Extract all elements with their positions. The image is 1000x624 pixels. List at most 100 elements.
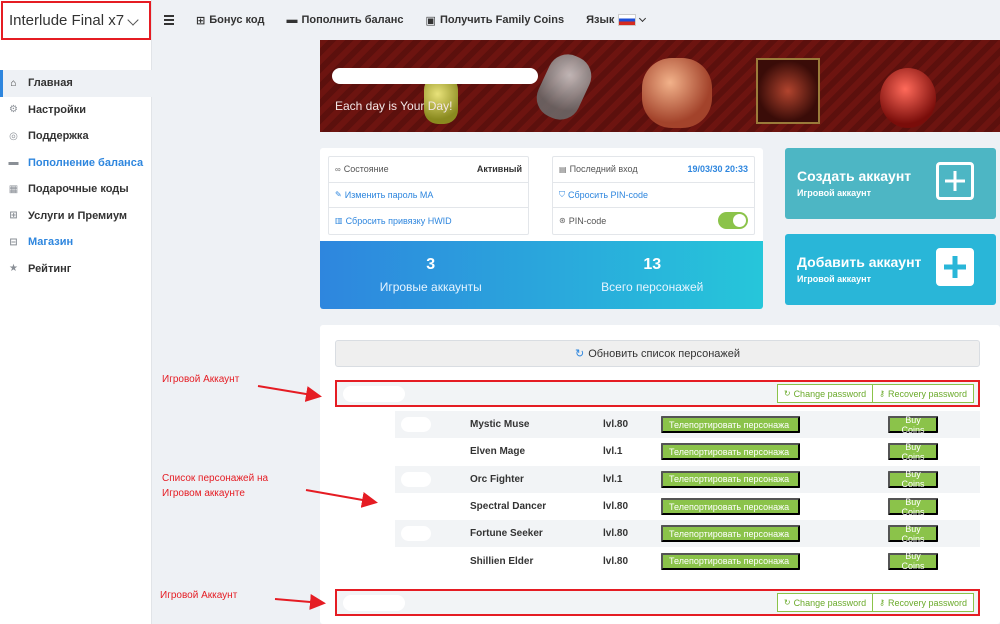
- hero-banner: Each day is Your Day!: [320, 40, 1000, 132]
- language-dropdown[interactable]: Язык: [586, 14, 647, 26]
- annotation-game-account: Игровой Аккаунт: [160, 590, 238, 601]
- arrow-to-account-bar: [257, 385, 322, 402]
- character-row: Fortune Seeker lvl.80 Телепортировать перс…: [395, 520, 980, 548]
- bonus-code-link[interactable]: ⊞ Бонус код: [196, 14, 264, 27]
- create-account-card[interactable]: Создать аккаунт Игровой аккаунт: [785, 148, 996, 219]
- teleport-button[interactable]: Телепортировать персонажа: [661, 443, 800, 461]
- plus-square-filled-icon: [936, 248, 974, 286]
- buy-coins-button[interactable]: Buy Coins: [888, 415, 938, 435]
- redacted-avatar: [401, 471, 431, 487]
- game-account-bar: ↻ Change password ⚷ Recovery password: [335, 380, 980, 407]
- key-icon: ⚷: [879, 389, 885, 398]
- sidebar-nav: ⌂ Главная ⚙ Настройки ◎ Поддержка ▬ Пополнение …: [0, 70, 152, 282]
- sidebar-item-label: Подарочные коды: [28, 183, 129, 196]
- sidebar-item-label: Поддержка: [28, 130, 89, 143]
- pin-icon: ⊛: [559, 216, 566, 226]
- character-name: Fortune Seeker: [470, 528, 543, 540]
- globe-image: [880, 68, 936, 128]
- teleport-button[interactable]: Телепортировать персонажа: [661, 470, 800, 488]
- buy-coins-button[interactable]: Buy Coins: [888, 469, 938, 489]
- buy-coins-button[interactable]: Buy Coins: [888, 442, 938, 462]
- sidebar: Interlude Final x7 ⌂ Главная ⚙ Настройки ◎ По…: [0, 0, 152, 624]
- stats-strip: 3 Игровые аккаунты 13 Всего персонажей: [320, 241, 763, 309]
- redacted-avatar: [401, 553, 431, 569]
- accounts-stat: 3 Игровые аккаунты: [379, 256, 482, 294]
- recovery-password-button[interactable]: ⚷ Recovery password: [872, 384, 974, 403]
- arrow-to-account-bar: [274, 594, 326, 610]
- character-level: lvl.80: [603, 555, 629, 567]
- refresh-icon: ↻: [574, 348, 585, 360]
- characters-stat: 13 Всего персонажей: [601, 256, 704, 294]
- dolls-image: [642, 58, 712, 128]
- redacted-avatar: [401, 526, 431, 542]
- buy-coins-button[interactable]: Buy Coins: [888, 524, 938, 544]
- character-row: Shillien Elder lvl.80 Телепортировать перс…: [395, 547, 980, 574]
- accounts-panel: ↻ Обновить список персонажей ↻ Change pas…: [320, 325, 1000, 624]
- character-level: lvl.80: [603, 501, 629, 513]
- account-info-card: ∞ Состояние Активный ✎ Изменить пароль МА …: [320, 148, 763, 309]
- buy-coins-button[interactable]: Buy Coins: [888, 551, 938, 571]
- teleport-button[interactable]: Телепортировать персонажа: [661, 525, 800, 543]
- sidebar-item-label: Рейтинг: [28, 262, 72, 275]
- sidebar-item-4[interactable]: ▦ Подарочные коды: [0, 176, 152, 203]
- sidebar-item-6[interactable]: ⊟ Магазин: [0, 229, 152, 256]
- sidebar-item-5[interactable]: ⊞ Услуги и Премиум: [0, 203, 152, 230]
- change-password-button[interactable]: ↻ Change password: [776, 384, 874, 403]
- character-level: lvl.80: [603, 419, 629, 431]
- shield-icon: ⛉: [559, 189, 565, 199]
- change-password-link[interactable]: ✎ Изменить пароль МА: [329, 183, 528, 208]
- gift-codes-icon: ▦: [8, 183, 19, 195]
- sidebar-item-3[interactable]: ▬ Пополнение баланса: [0, 150, 152, 177]
- reset-pin-link[interactable]: ⛉ Сбросить PIN-code: [553, 183, 754, 208]
- family-coins-link[interactable]: ▣ Получить Family Coins: [426, 14, 565, 27]
- sidebar-item-label: Главная: [28, 77, 73, 90]
- refresh-characters-button[interactable]: ↻ Обновить список персонажей: [335, 340, 980, 367]
- last-login-value: 19/03/30 20:33: [687, 164, 748, 175]
- lifebuoy-icon: ◎: [9, 130, 18, 142]
- sidebar-item-2[interactable]: ◎ Поддержка: [0, 123, 152, 150]
- pin-toggle[interactable]: [718, 212, 748, 230]
- character-list: Mystic Muse lvl.80 Телепортировать персона…: [395, 411, 980, 575]
- cart-icon: ⊞: [9, 210, 18, 222]
- character-name: Elven Mage: [470, 446, 526, 458]
- redacted-account-name: [343, 386, 405, 402]
- menu-toggle-icon[interactable]: [164, 15, 174, 25]
- grid-icon: ⊞: [196, 14, 206, 27]
- annotation-game-account: Игровой Аккаунт: [162, 374, 240, 385]
- buy-coins-button[interactable]: Buy Coins: [888, 497, 938, 517]
- change-password-button[interactable]: ↻ Change password: [776, 593, 874, 612]
- topup-link[interactable]: ▬ Пополнить баланс: [286, 14, 403, 26]
- character-row: Spectral Dancer lvl.80 Телепортировать пер…: [395, 493, 980, 520]
- character-row: Orc Fighter lvl.1 Телепортировать персонаж…: [395, 465, 980, 493]
- last-login-row: ▤ Последний вход 19/03/30 20:33: [553, 157, 754, 183]
- sidebar-item-1[interactable]: ⚙ Настройки: [0, 97, 152, 124]
- banner-tagline: Each day is Your Day!: [335, 99, 453, 113]
- shopping-cart-icon: ⊟: [9, 236, 18, 248]
- chain-image: [530, 47, 598, 127]
- reset-hwid-link[interactable]: ▥ Сбросить привязку HWID: [329, 208, 528, 234]
- sidebar-item-7[interactable]: ★ Рейтинг: [0, 256, 152, 283]
- game-account-bar: ↻ Change password ⚷ Recovery password: [335, 589, 980, 616]
- character-name: Mystic Muse: [470, 419, 530, 431]
- character-name: Spectral Dancer: [470, 501, 547, 513]
- glasses-icon: ∞: [335, 164, 341, 174]
- teleport-button[interactable]: Телепортировать персонажа: [661, 498, 800, 516]
- recovery-password-button[interactable]: ⚷ Recovery password: [872, 593, 974, 612]
- pin-row: ⊛ PIN-code: [553, 208, 754, 234]
- teleport-button[interactable]: Телепортировать персонажа: [661, 552, 800, 570]
- image-icon: ▣: [425, 14, 436, 27]
- server-selector[interactable]: Interlude Final x7: [1, 1, 151, 40]
- calendar-icon: ▤: [559, 164, 567, 174]
- redacted-avatar: [401, 444, 431, 460]
- sidebar-item-0[interactable]: ⌂ Главная: [0, 70, 152, 97]
- chevron-down-icon: [127, 14, 139, 26]
- teleport-button[interactable]: Телепортировать персонажа: [661, 416, 800, 434]
- russian-flag-icon: [618, 14, 637, 26]
- refresh-icon: ↻: [783, 389, 791, 398]
- pencil-icon: ✎: [335, 190, 342, 200]
- barcode-icon: ▥: [335, 216, 343, 226]
- add-account-card[interactable]: Добавить аккаунт Игровой аккаунт: [785, 234, 996, 305]
- redacted-account-name: [343, 595, 405, 611]
- status-row: ∞ Состояние Активный: [329, 157, 528, 183]
- gear-icon: ⚙: [9, 104, 18, 116]
